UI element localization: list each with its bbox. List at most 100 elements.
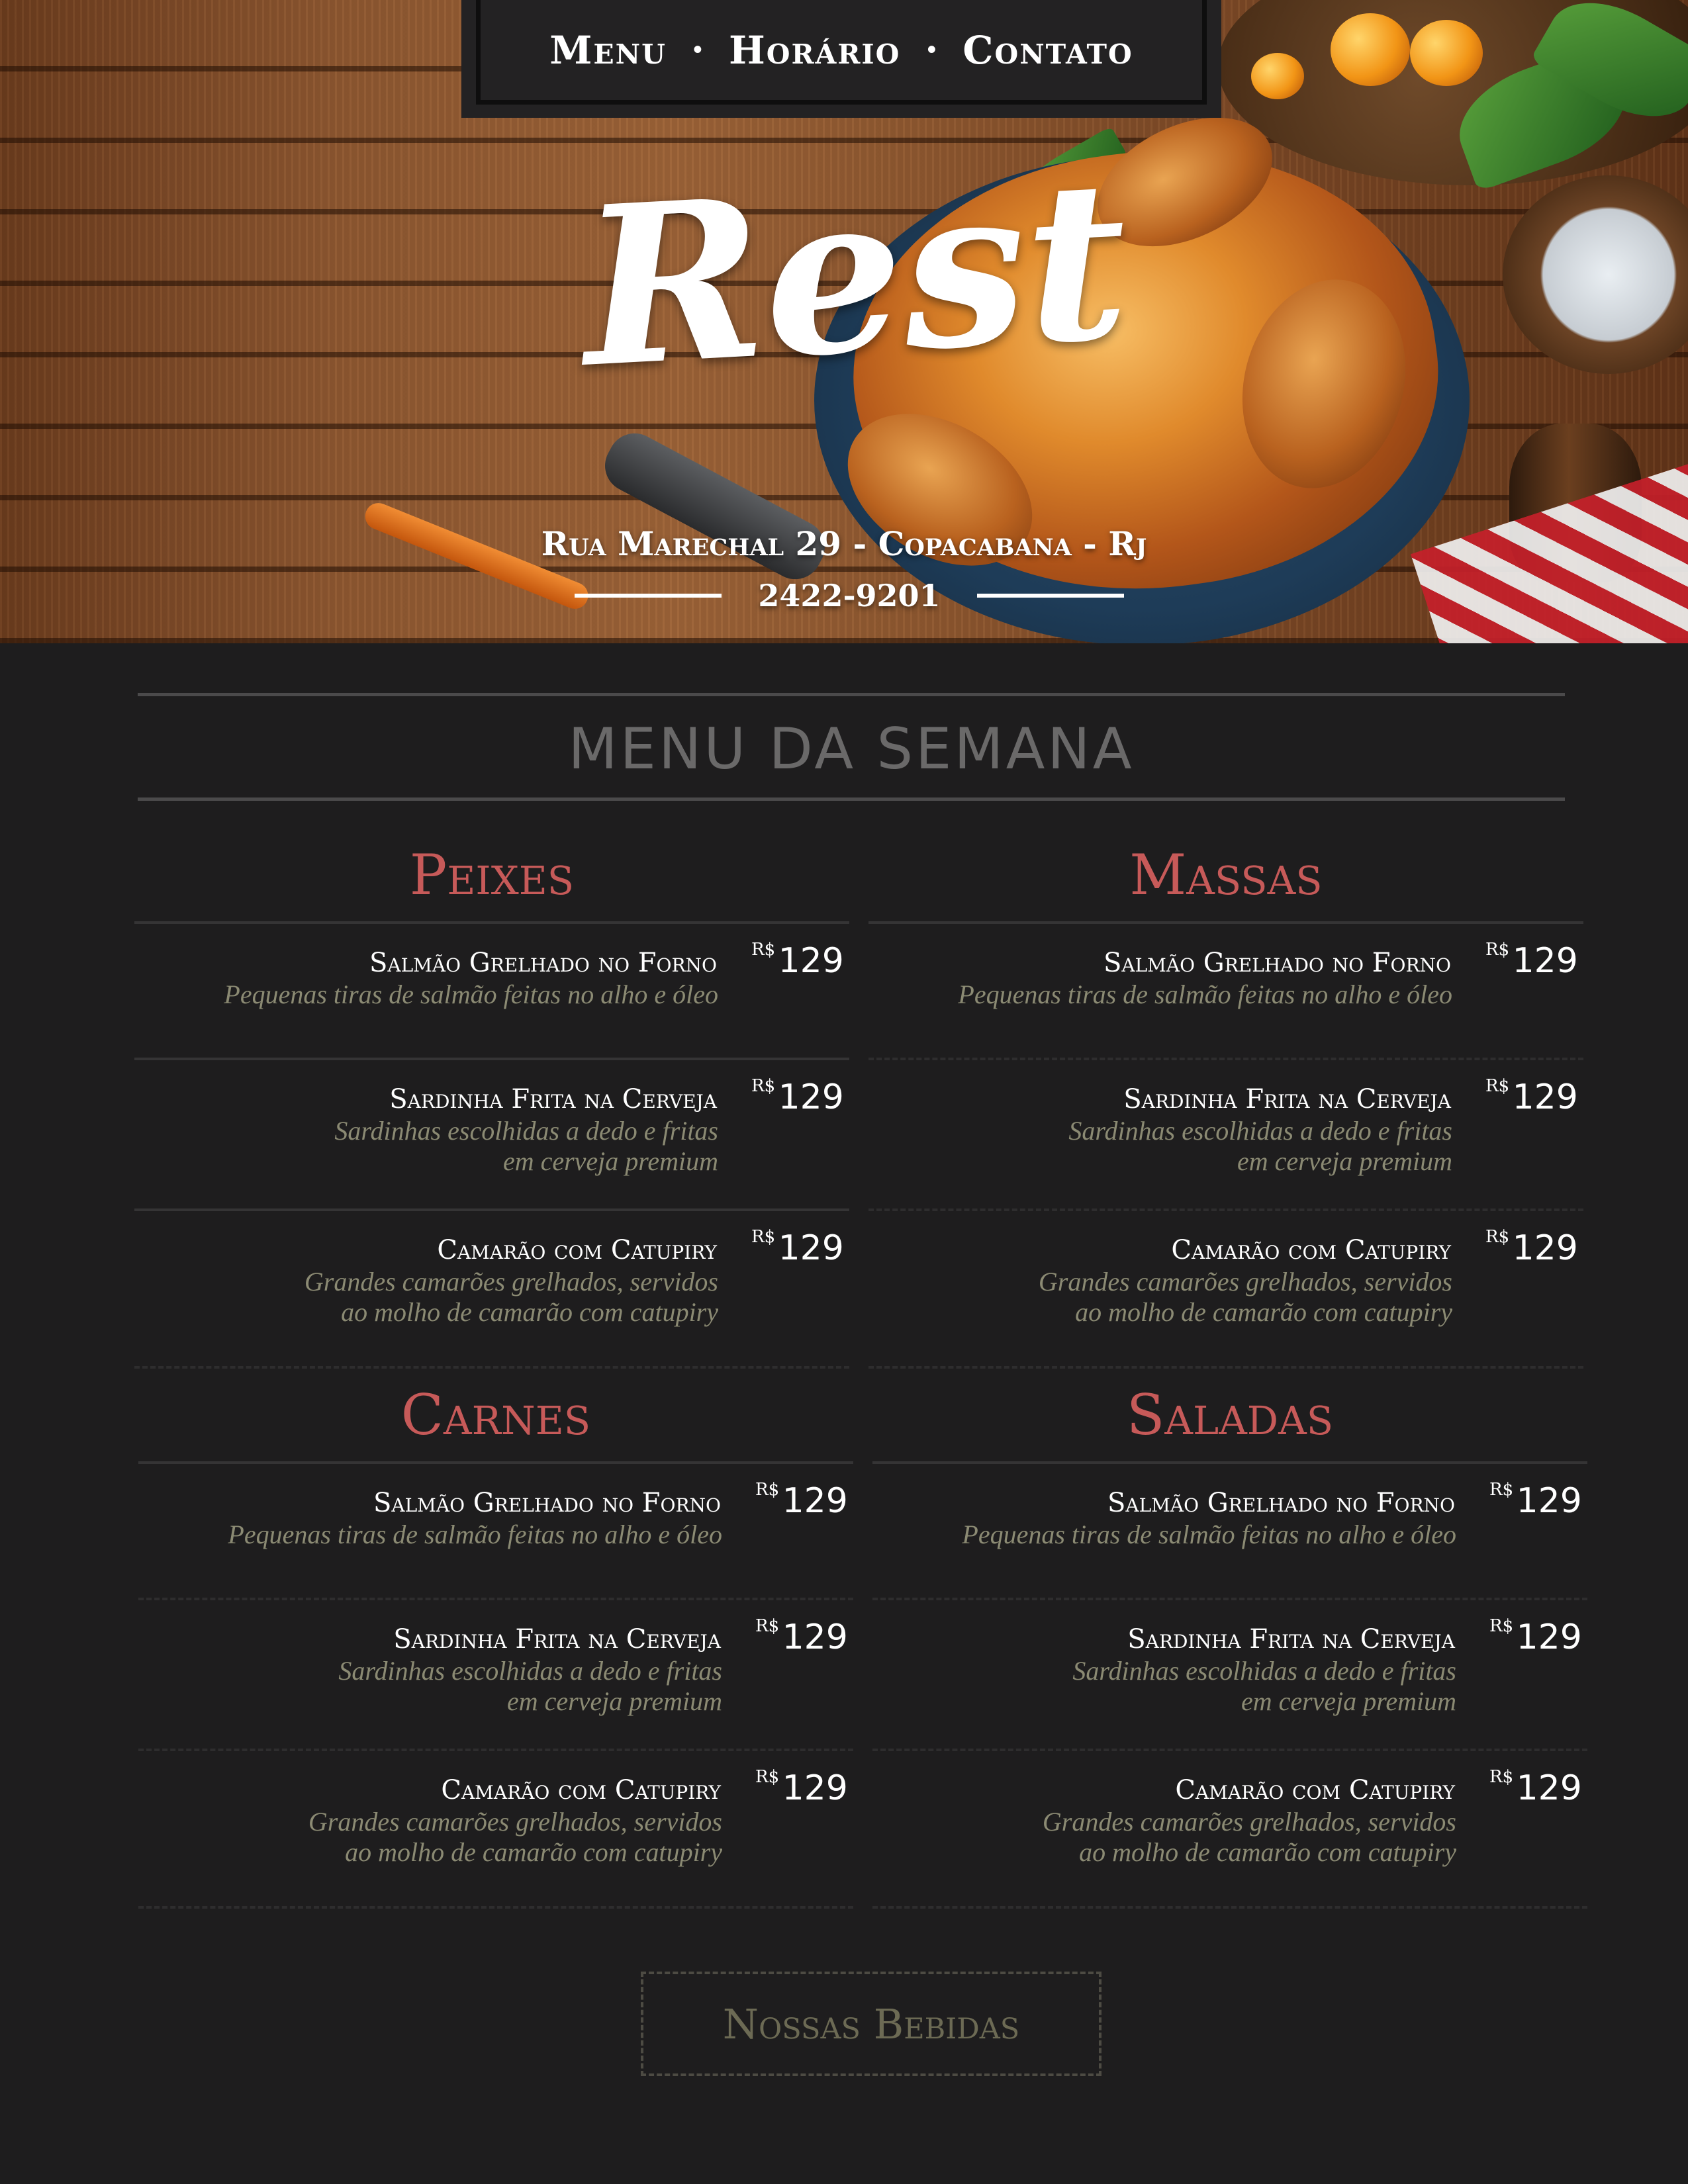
- knife-image: [595, 424, 835, 589]
- price-value: 129: [1512, 1077, 1578, 1117]
- price-currency: R$: [755, 1767, 780, 1787]
- dish-price: R$ 129: [755, 1480, 848, 1521]
- price-currency: R$: [1485, 1227, 1510, 1247]
- restaurant-phone: 2422-9201: [758, 578, 941, 614]
- decorative-line-left: [575, 594, 722, 598]
- section-heading: Massas: [1129, 842, 1323, 907]
- dish-description-line: Grandes camarões grelhados, servidos: [304, 1267, 718, 1297]
- dish-description-line: Grandes camarões grelhados, servidos: [1038, 1267, 1452, 1297]
- dish-description: Sardinhas escolhidas a dedo e fritas em c…: [122, 1116, 718, 1177]
- dish-description-line: ao molho de camarão com catupiry: [345, 1837, 722, 1867]
- section-heading: Peixes: [409, 842, 575, 907]
- dish-description-line: Pequenas tiras de salmão feitas no alho …: [224, 979, 718, 1009]
- dish-description-line: Grandes camarões grelhados, servidos: [1042, 1807, 1456, 1837]
- dish-item[interactable]: Camarão com Catupiry Grandes camarões gr…: [138, 1749, 853, 1906]
- nav-frame: Menu • Horário • Contato: [476, 0, 1207, 105]
- dish-name: Sardinha Frita na Cerveja: [389, 1084, 717, 1115]
- dish-item[interactable]: Camarão com Catupiry Grandes camarões gr…: [868, 1208, 1583, 1366]
- dish-description: Grandes camarões grelhados, servidos ao m…: [861, 1807, 1456, 1868]
- dish-description: Sardinhas escolhidas a dedo e fritas em c…: [126, 1656, 722, 1717]
- dish-description-line: Pequenas tiras de salmão feitas no alho …: [958, 979, 1452, 1009]
- price-currency: R$: [755, 1616, 780, 1636]
- dish-description-line: em cerveja premium: [506, 1686, 722, 1716]
- price-currency: R$: [751, 1227, 776, 1247]
- dish-name: Salmão Grelhado no Forno: [373, 1488, 721, 1518]
- dish-item[interactable]: Salmão Grelhado no Forno Pequenas tiras …: [872, 1461, 1587, 1598]
- nav-item-contato[interactable]: Contato: [962, 28, 1133, 73]
- price-value: 129: [782, 1768, 848, 1808]
- dish-item[interactable]: Salmão Grelhado no Forno Pequenas tiras …: [134, 921, 849, 1058]
- price-value: 129: [782, 1617, 848, 1657]
- section-heading: Saladas: [1126, 1383, 1334, 1447]
- top-navigation: Menu • Horário • Contato: [461, 0, 1221, 118]
- price-currency: R$: [751, 940, 776, 960]
- price-currency: R$: [1485, 940, 1510, 960]
- nav-item-horario[interactable]: Horário: [729, 28, 900, 73]
- dish-description: Pequenas tiras de salmão feitas no alho …: [122, 979, 718, 1010]
- dish-price: R$ 129: [1485, 940, 1578, 981]
- dish-item[interactable]: Sardinha Frita na Cerveja Sardinhas esco…: [138, 1598, 853, 1749]
- drinks-button[interactable]: Nossas Bebidas: [641, 1972, 1102, 2076]
- dish-description-line: Sardinhas escolhidas a dedo e fritas: [334, 1116, 718, 1146]
- phone-row: 2422-9201: [575, 574, 1124, 617]
- dish-name: Camarão com Catupiry: [437, 1235, 717, 1265]
- nav-separator: •: [692, 35, 702, 64]
- nav-item-menu[interactable]: Menu: [549, 28, 667, 73]
- menu-title-rule-bottom: [138, 797, 1565, 801]
- dish-name: Camarão com Catupiry: [1171, 1235, 1451, 1265]
- dish-name: Camarão com Catupiry: [441, 1775, 721, 1805]
- dish-description-line: Pequenas tiras de salmão feitas no alho …: [228, 1520, 722, 1549]
- section-heading: Carnes: [400, 1383, 591, 1447]
- dish-price: R$ 129: [1485, 1227, 1578, 1268]
- dish-description-line: ao molho de camarão com catupiry: [1075, 1297, 1452, 1327]
- dish-description: Sardinhas escolhidas a dedo e fritas em c…: [857, 1116, 1452, 1177]
- price-currency: R$: [755, 1480, 780, 1500]
- dish-price: R$ 129: [751, 1076, 844, 1117]
- price-value: 129: [1516, 1481, 1582, 1521]
- dish-price: R$ 129: [1485, 1076, 1578, 1117]
- price-value: 129: [778, 1228, 844, 1268]
- dish-separator: [872, 1906, 1587, 1909]
- menu-title-rule-top: [138, 693, 1565, 696]
- dish-description-line: em cerveja premium: [1241, 1686, 1456, 1716]
- dish-name: Camarão com Catupiry: [1175, 1775, 1455, 1805]
- dish-name: Sardinha Frita na Cerveja: [1123, 1084, 1451, 1115]
- dish-price: R$ 129: [755, 1616, 848, 1657]
- dish-price: R$ 129: [1489, 1480, 1582, 1521]
- dish-price: R$ 129: [751, 940, 844, 981]
- dish-price: R$ 129: [751, 1227, 844, 1268]
- dish-name: Sardinha Frita na Cerveja: [393, 1624, 721, 1655]
- dish-description: Pequenas tiras de salmão feitas no alho …: [857, 979, 1452, 1010]
- tomato-image: [1251, 53, 1304, 99]
- price-value: 129: [782, 1481, 848, 1521]
- dish-item[interactable]: Salmão Grelhado no Forno Pequenas tiras …: [138, 1461, 853, 1598]
- price-currency: R$: [1489, 1480, 1514, 1500]
- dish-price: R$ 129: [755, 1767, 848, 1808]
- dish-description: Sardinhas escolhidas a dedo e fritas em c…: [861, 1656, 1456, 1717]
- price-value: 129: [778, 1077, 844, 1117]
- dish-separator: [138, 1906, 853, 1909]
- tomato-image: [1410, 20, 1483, 86]
- dish-item[interactable]: Sardinha Frita na Cerveja Sardinhas esco…: [868, 1058, 1583, 1208]
- dish-description: Pequenas tiras de salmão feitas no alho …: [126, 1520, 722, 1550]
- dish-description-line: Pequenas tiras de salmão feitas no alho …: [962, 1520, 1456, 1549]
- price-currency: R$: [1489, 1767, 1514, 1787]
- price-currency: R$: [1485, 1076, 1510, 1096]
- dish-description: Grandes camarões grelhados, servidos ao m…: [122, 1267, 718, 1328]
- menu-week-title: MENU DA SEMANA: [568, 716, 1135, 782]
- dish-item[interactable]: Camarão com Catupiry Grandes camarões gr…: [872, 1749, 1587, 1906]
- dish-item[interactable]: Camarão com Catupiry Grandes camarões gr…: [134, 1208, 849, 1366]
- dish-item[interactable]: Salmão Grelhado no Forno Pequenas tiras …: [868, 921, 1583, 1058]
- price-currency: R$: [751, 1076, 776, 1096]
- restaurant-logo[interactable]: Rest: [576, 131, 1133, 416]
- dish-description-line: Sardinhas escolhidas a dedo e fritas: [1072, 1656, 1456, 1686]
- dish-item[interactable]: Sardinha Frita na Cerveja Sardinhas esco…: [134, 1058, 849, 1208]
- dish-description-line: em cerveja premium: [502, 1146, 718, 1176]
- dish-item[interactable]: Sardinha Frita na Cerveja Sardinhas esco…: [872, 1598, 1587, 1749]
- hero-banner: Menu • Horário • Contato Rest Rua Marech…: [0, 0, 1688, 643]
- nav-separator: •: [927, 35, 937, 64]
- price-value: 129: [778, 941, 844, 981]
- dish-description-line: Grandes camarões grelhados, servidos: [308, 1807, 722, 1837]
- dish-price: R$ 129: [1489, 1767, 1582, 1808]
- dish-description: Grandes camarões grelhados, servidos ao m…: [857, 1267, 1452, 1328]
